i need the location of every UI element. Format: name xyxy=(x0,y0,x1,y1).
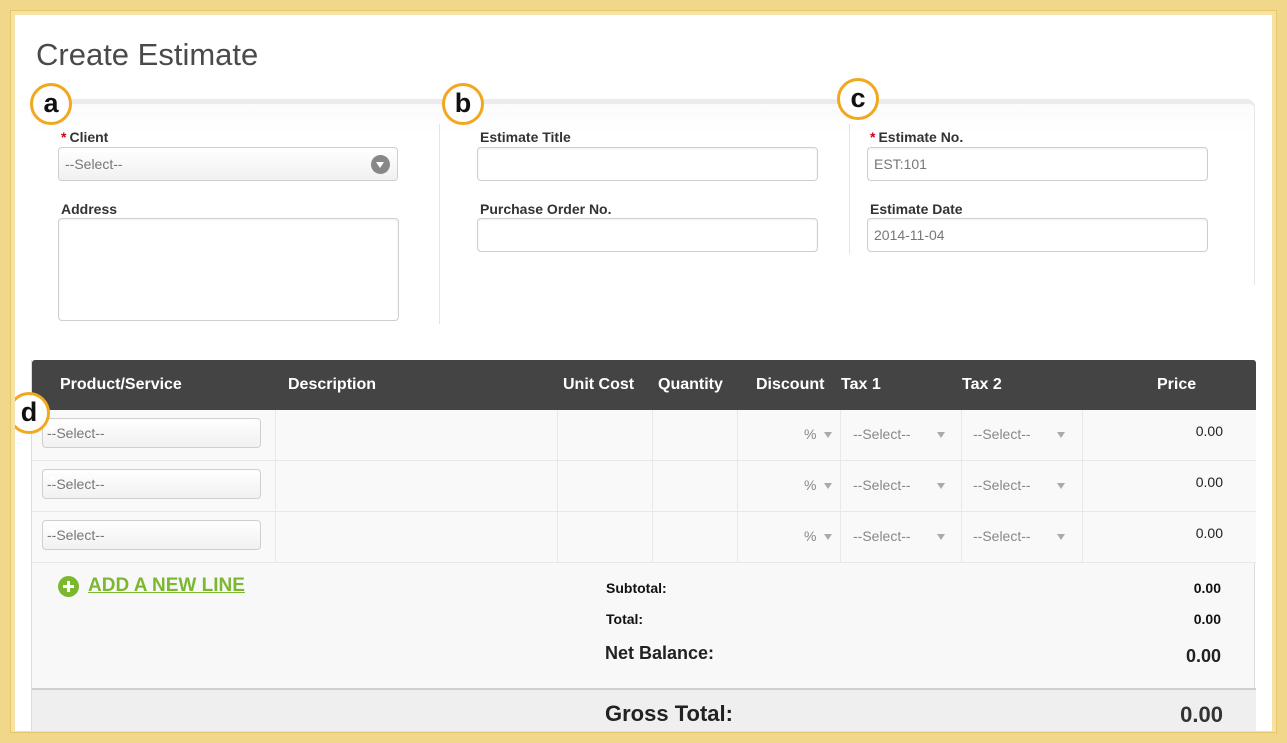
discount-unit-select[interactable]: % xyxy=(804,528,833,544)
cell-divider xyxy=(961,512,962,563)
tax1-select[interactable]: --Select-- xyxy=(853,477,945,493)
column-divider xyxy=(849,124,850,254)
discount-unit-select[interactable]: % xyxy=(804,477,833,493)
row-price: 0.00 xyxy=(1195,474,1223,490)
table-header: Product/Service Description Unit Cost Qu… xyxy=(32,360,1256,410)
product-select[interactable]: --Select-- xyxy=(42,469,261,499)
address-label: Address xyxy=(61,201,118,217)
estimate-page: Create Estimate * Client --Select-- Addre… xyxy=(15,15,1272,731)
cell-divider xyxy=(275,410,276,461)
page-title: Create Estimate xyxy=(36,37,259,72)
tax1-select[interactable]: --Select-- xyxy=(853,528,945,544)
line-items-table: Product/Service Description Unit Cost Qu… xyxy=(31,360,1256,731)
column-header-tax1: Tax 1 xyxy=(841,376,881,393)
estimate-info-panel: * Client --Select-- Address Estimate Titl… xyxy=(31,99,1255,324)
purchase-order-input[interactable] xyxy=(477,218,818,252)
cell-divider xyxy=(737,461,738,512)
estimate-number-input[interactable]: EST:101 xyxy=(867,147,1208,181)
cell-divider xyxy=(961,410,962,461)
cell-divider xyxy=(840,512,841,563)
tax2-select[interactable]: --Select-- xyxy=(973,528,1065,544)
cell-divider xyxy=(840,410,841,461)
caret-down-icon xyxy=(824,534,833,541)
annotation-badge-b: b xyxy=(442,83,484,125)
column-header-quantity: Quantity xyxy=(658,376,723,393)
total-label: Total: xyxy=(606,611,644,627)
cell-divider xyxy=(557,410,558,461)
caret-down-icon xyxy=(1056,534,1065,541)
caret-down-icon xyxy=(824,432,833,439)
gross-total-label: Gross Total: xyxy=(605,701,733,726)
gross-total-bar: Gross Total: 0.00 xyxy=(32,688,1256,731)
column-divider xyxy=(439,124,440,324)
cell-divider xyxy=(652,461,653,512)
net-balance-label: Net Balance: xyxy=(605,643,715,663)
table-row: --Select-- % --Select-- --Select-- 0.00 xyxy=(32,461,1256,512)
required-marker: * xyxy=(870,129,876,145)
column-header-product: Product/Service xyxy=(60,376,182,393)
discount-unit-select[interactable]: % xyxy=(804,426,833,442)
caret-down-icon xyxy=(824,483,833,490)
purchase-order-label: Purchase Order No. xyxy=(480,201,612,217)
required-marker: * xyxy=(61,129,67,145)
gross-total-value: 0.00 xyxy=(1180,702,1223,727)
subtotal-label: Subtotal: xyxy=(606,580,667,596)
estimate-number-label: * Estimate No. xyxy=(870,129,964,145)
cell-divider xyxy=(275,461,276,512)
cell-divider xyxy=(737,410,738,461)
row-price: 0.00 xyxy=(1195,423,1223,439)
column-header-unit-cost: Unit Cost xyxy=(563,376,635,393)
row-price: 0.00 xyxy=(1195,525,1223,541)
client-select[interactable]: --Select-- xyxy=(58,147,398,181)
column-header-discount: Discount xyxy=(756,376,825,393)
cell-divider xyxy=(652,512,653,563)
estimate-date-input[interactable]: 2014-11-04 xyxy=(867,218,1208,252)
tax1-select[interactable]: --Select-- xyxy=(853,426,945,442)
cell-divider xyxy=(1082,461,1083,512)
cell-divider xyxy=(1082,410,1083,461)
column-header-tax2: Tax 2 xyxy=(962,376,1002,393)
net-balance-value: 0.00 xyxy=(1185,646,1221,666)
estimate-title-label: Estimate Title xyxy=(480,129,571,145)
table-row: --Select-- % --Select-- --Select-- 0.00 xyxy=(32,512,1256,563)
cell-divider xyxy=(557,461,558,512)
tax2-select[interactable]: --Select-- xyxy=(973,426,1065,442)
product-select[interactable]: --Select-- xyxy=(42,418,261,448)
estimate-title-input[interactable] xyxy=(477,147,818,181)
cell-divider xyxy=(1082,512,1083,563)
address-textarea[interactable] xyxy=(58,218,399,321)
add-new-line-link[interactable]: ADD A NEW LINE xyxy=(88,575,245,597)
add-line-control[interactable]: ADD A NEW LINE xyxy=(58,575,245,597)
subtotal-value: 0.00 xyxy=(1193,580,1221,596)
total-value: 0.00 xyxy=(1193,611,1221,627)
client-select-value: --Select-- xyxy=(65,156,123,172)
cell-divider xyxy=(652,410,653,461)
caret-down-icon xyxy=(1056,483,1065,490)
cell-divider xyxy=(557,512,558,563)
caret-down-icon xyxy=(936,483,945,490)
cell-divider xyxy=(961,461,962,512)
chevron-down-icon xyxy=(371,155,390,174)
product-select[interactable]: --Select-- xyxy=(42,520,261,550)
column-header-description: Description xyxy=(288,376,377,393)
cell-divider xyxy=(737,512,738,563)
annotation-badge-c: c xyxy=(837,78,879,120)
annotation-badge-a: a xyxy=(30,83,72,125)
estimate-date-label: Estimate Date xyxy=(870,201,963,217)
caret-down-icon xyxy=(1056,432,1065,439)
table-row: --Select-- % --Select-- --Select-- 0.00 xyxy=(32,410,1256,461)
caret-down-icon xyxy=(936,534,945,541)
tax2-select[interactable]: --Select-- xyxy=(973,477,1065,493)
cell-divider xyxy=(275,512,276,563)
column-header-price: Price xyxy=(1157,376,1197,393)
plus-circle-icon[interactable] xyxy=(58,575,79,597)
caret-down-icon xyxy=(936,432,945,439)
client-label: * Client xyxy=(61,129,109,145)
cell-divider xyxy=(840,461,841,512)
